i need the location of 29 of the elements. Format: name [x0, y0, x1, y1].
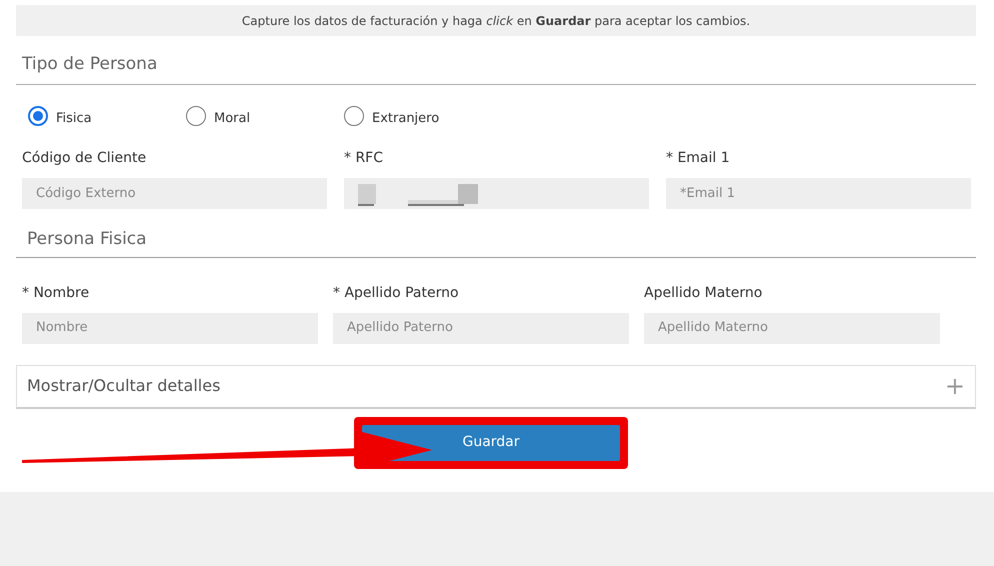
- section-title: Tipo de Persona: [22, 54, 158, 74]
- section-title: Persona Fisica: [27, 229, 147, 249]
- radio-label: Extranjero: [372, 110, 440, 128]
- input-field[interactable]: Apellido Materno: [644, 312, 940, 344]
- radio-label: Moral: [214, 110, 250, 128]
- radio-button[interactable]: [344, 106, 364, 126]
- input-field[interactable]: Apellido Paterno: [333, 312, 629, 344]
- field-label: * Email 1: [666, 149, 731, 168]
- input-field[interactable]: *Email 1: [666, 178, 971, 209]
- input-field[interactable]: [344, 178, 649, 209]
- field-label: * Nombre: [22, 284, 90, 302]
- input-value[interactable]: Apellido Materno: [658, 318, 926, 338]
- input-value[interactable]: Nombre: [36, 318, 304, 338]
- field-label: * Apellido Paterno: [333, 284, 460, 302]
- details-toggle-bar[interactable]: Mostrar/Ocultar detalles +: [16, 364, 976, 408]
- field-label: * RFC: [344, 149, 384, 168]
- radio-button[interactable]: [186, 106, 206, 126]
- details-label: Mostrar/Ocultar detalles: [27, 375, 220, 397]
- field-label: Código de Cliente: [22, 149, 148, 168]
- input-value[interactable]: Apellido Paterno: [347, 318, 615, 338]
- expand-toggle[interactable]: +: [944, 374, 965, 398]
- radio-label: Fisica: [56, 110, 92, 128]
- input-value[interactable]: Código Externo: [36, 184, 313, 204]
- notice-text: Capture los datos de facturación y haga click en Guardar para aceptar los cambios.: [242, 12, 750, 30]
- radio-button[interactable]: [28, 106, 48, 126]
- input-field[interactable]: Nombre: [22, 312, 318, 344]
- input-field[interactable]: Código Externo: [22, 178, 327, 209]
- input-value[interactable]: *Email 1: [680, 184, 957, 204]
- field-label: Apellido Materno: [644, 284, 764, 302]
